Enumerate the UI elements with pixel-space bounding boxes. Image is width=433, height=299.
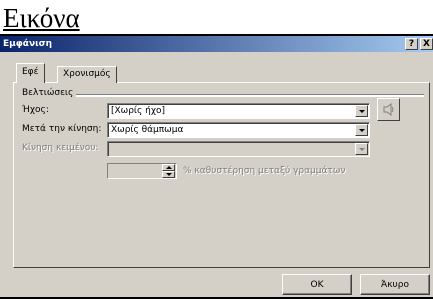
ok-button[interactable]: OK	[282, 274, 352, 295]
sound-preview-button[interactable]	[377, 98, 400, 121]
chevron-down-icon[interactable]	[355, 124, 368, 136]
chevron-down-icon[interactable]	[355, 143, 368, 155]
tab-effects[interactable]: Εφέ	[16, 63, 45, 83]
tab-timing[interactable]: Χρονισμός	[57, 66, 117, 83]
after-animation-combo[interactable]: Χωρίς θάμπωμα	[107, 122, 370, 138]
after-animation-label: Μετά την κίνηση:	[22, 124, 102, 134]
sound-label: Ήχος:	[22, 105, 49, 115]
spin-down-icon[interactable]	[162, 171, 175, 178]
dialog-titlebar[interactable]: Εμφάνιση ? X	[0, 36, 433, 52]
page-heading: Εικόνα	[3, 3, 80, 33]
letter-delay-note: % καθυστέρηση μεταξύ γραμμάτων	[183, 166, 346, 176]
appearance-dialog: Εμφάνιση ? X Εφέ Χρονισμός Βελτιώσεις Ήχ…	[0, 36, 433, 297]
help-button[interactable]: ?	[405, 38, 418, 50]
chevron-down-icon[interactable]	[355, 105, 368, 117]
cancel-button[interactable]: Άκυρο	[360, 274, 430, 295]
enhancements-group-title: Βελτιώσεις	[22, 88, 77, 98]
sound-combo[interactable]: [Χωρίς ήχο]	[107, 103, 370, 119]
spin-up-icon[interactable]	[162, 164, 175, 171]
sound-value: [Χωρίς ήχο]	[111, 106, 166, 116]
enhancements-group-line	[74, 94, 424, 96]
animate-text-combo[interactable]	[107, 141, 370, 157]
speaker-icon	[383, 103, 394, 116]
close-button[interactable]: X	[420, 38, 433, 50]
after-animation-value: Χωρίς θάμπωμα	[111, 125, 184, 135]
animate-text-label: Κίνηση κειμένου:	[22, 143, 99, 153]
letter-delay-spinner[interactable]	[107, 163, 177, 179]
dialog-title: Εμφάνιση	[3, 39, 53, 49]
